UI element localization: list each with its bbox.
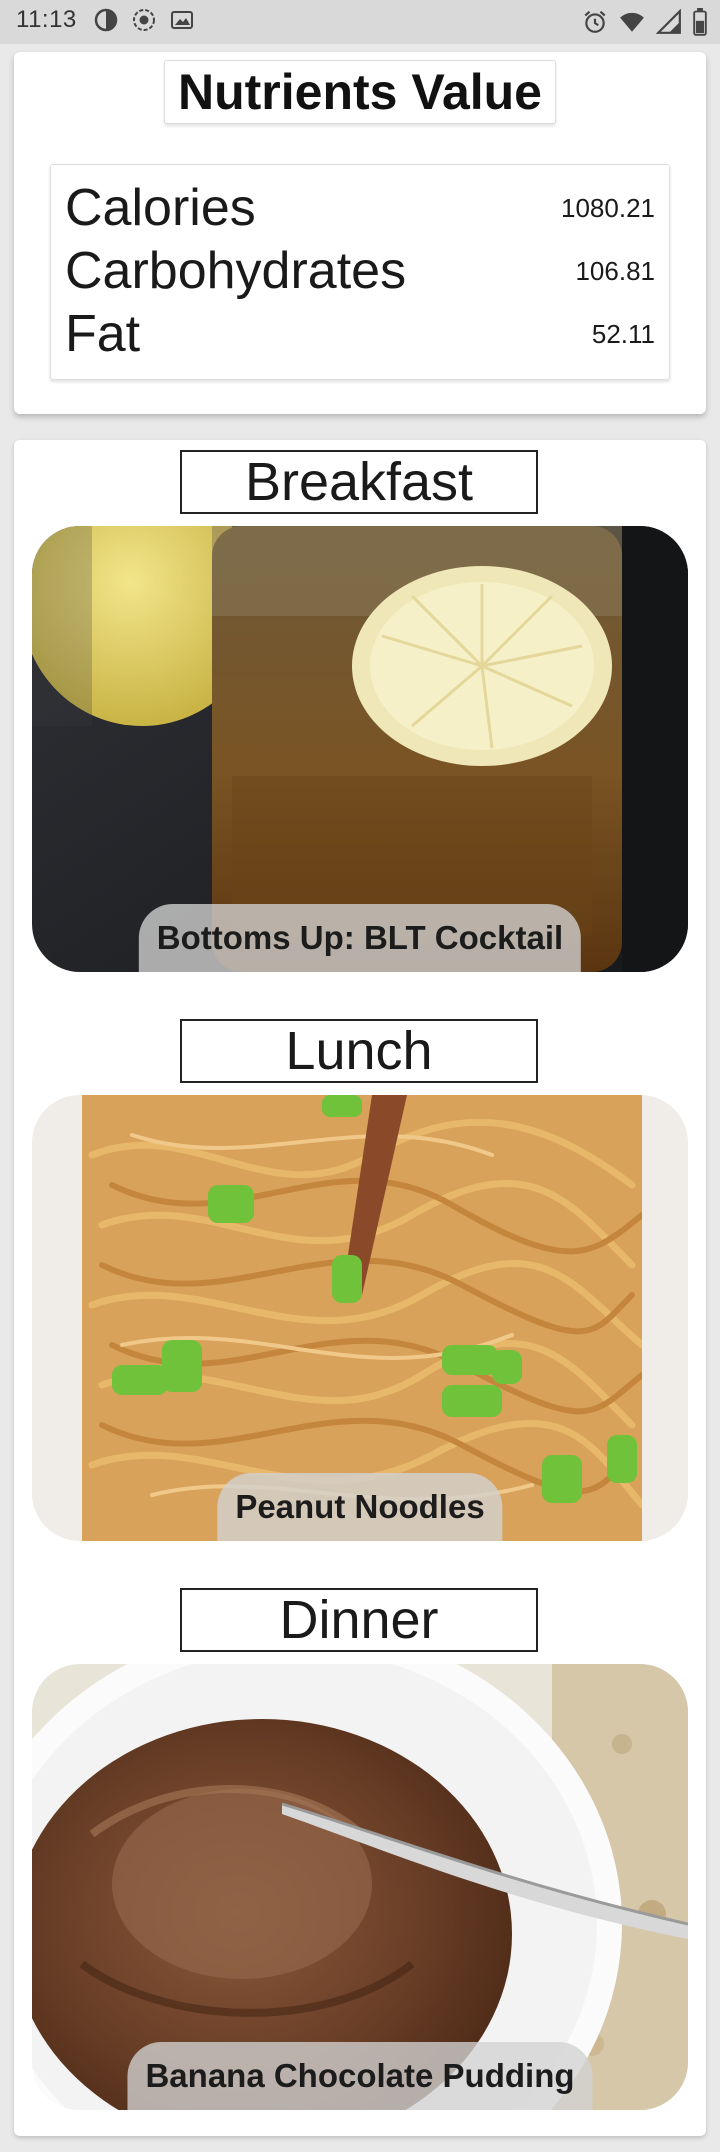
- meal-card-dinner[interactable]: Banana Chocolate Pudding: [32, 1664, 688, 2110]
- meal-title-box: Dinner: [180, 1588, 538, 1652]
- nutrients-table: Calories 1080.21 Carbohydrates 106.81 Fa…: [50, 164, 670, 380]
- nutrient-value: 1080.21: [561, 193, 655, 223]
- meal-card-lunch[interactable]: Peanut Noodles: [32, 1095, 688, 1541]
- screen-record-icon: [132, 8, 156, 32]
- meal-title-lunch: Lunch: [285, 1021, 433, 1081]
- nutrients-card: Nutrients Value Calories 1080.21 Carbohy…: [14, 52, 706, 414]
- nutrient-label: Carbohydrates: [65, 242, 407, 300]
- meal-name-breakfast: Bottoms Up: BLT Cocktail: [156, 919, 564, 956]
- nutrient-value: 52.11: [591, 319, 655, 349]
- meals-container: Breakfast Bottoms Up: BLT Cocktail Lunch…: [14, 440, 706, 2136]
- battery-icon: [692, 8, 708, 36]
- nutrients-title-box: Nutrients Value: [164, 60, 556, 124]
- status-bar: 11:13: [0, 0, 720, 44]
- meal-title-breakfast: Breakfast: [244, 452, 474, 512]
- meal-title-box: Breakfast: [180, 450, 538, 514]
- meal-title-dinner: Dinner: [279, 1590, 439, 1650]
- meal-name-pill: Bottoms Up: BLT Cocktail: [138, 904, 582, 972]
- alarm-icon: [582, 9, 608, 35]
- status-right-icons: [582, 8, 708, 36]
- nutrient-row-calories: Calories 1080.21: [65, 177, 655, 239]
- nutrient-row-carbohydrates: Carbohydrates 106.81: [65, 240, 655, 302]
- nutrient-row-fat: Fat 52.11: [65, 303, 655, 365]
- meal-title-box: Lunch: [180, 1019, 538, 1083]
- image-icon: [170, 8, 194, 32]
- meal-name-pill: Peanut Noodles: [217, 1473, 503, 1541]
- data-saver-icon: [94, 8, 118, 32]
- status-left-icons: [94, 8, 194, 32]
- nutrient-value: 106.81: [575, 256, 655, 286]
- meal-card-breakfast[interactable]: Bottoms Up: BLT Cocktail: [32, 526, 688, 972]
- nutrients-title: Nutrients Value: [178, 64, 542, 120]
- nutrient-label: Calories: [65, 179, 256, 237]
- status-time: 11:13: [16, 6, 77, 33]
- wifi-icon: [618, 9, 646, 35]
- meal-name-pill: Banana Chocolate Pudding: [127, 2042, 593, 2110]
- signal-icon: [656, 9, 682, 35]
- meal-name-lunch: Peanut Noodles: [235, 1488, 485, 1525]
- meal-name-dinner: Banana Chocolate Pudding: [145, 2057, 575, 2094]
- nutrient-label: Fat: [65, 305, 141, 363]
